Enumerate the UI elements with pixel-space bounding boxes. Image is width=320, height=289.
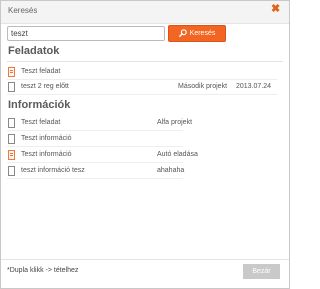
dialog-titlebar: Keresés ✖ [1, 1, 289, 24]
document-icon [8, 134, 15, 144]
info-row[interactable]: Teszt feladat Alfa projekt [7, 116, 192, 131]
magnifier-icon [178, 29, 187, 37]
close-x-icon[interactable]: ✖ [271, 4, 280, 15]
info-name: teszt információ tesz [21, 167, 85, 174]
document-icon [8, 82, 15, 92]
task-name: Teszt feladat [21, 68, 61, 75]
info-name: Teszt információ [21, 135, 72, 142]
task-project: Második projekt [178, 83, 228, 90]
info-name: Teszt információ [21, 151, 72, 158]
info-name: Teszt feladat [21, 119, 61, 126]
search-button-label: Keresés [189, 30, 216, 37]
info-project: ahahaha [157, 167, 185, 174]
dialog-title: Keresés [8, 6, 38, 15]
info-row[interactable]: Teszt információ Autó eladása [7, 148, 198, 163]
footer-divider [1, 259, 289, 260]
info-row[interactable]: teszt információ tesz ahahaha [7, 164, 185, 179]
search-button[interactable]: Keresés [168, 25, 226, 42]
orange-document-icon [8, 150, 15, 160]
tasks-section-title: Feladatok [8, 45, 60, 57]
search-dialog: Keresés ✖ Keresés Feladatok Teszt felada… [0, 0, 290, 289]
document-icon [8, 118, 15, 128]
task-date: 2013.07.24 [236, 83, 272, 90]
info-row[interactable]: Teszt információ [7, 132, 183, 147]
info-project: Autó eladása [157, 151, 198, 158]
task-row[interactable]: Teszt feladat [7, 65, 277, 80]
tasks-divider [7, 61, 283, 62]
footer-hint: *Dupla klikk -> tételhez [7, 267, 79, 274]
orange-document-icon [8, 67, 15, 77]
close-button[interactable]: Bezár [243, 264, 280, 279]
task-row[interactable]: teszt 2 reg előtt Második projekt 2013.0… [7, 80, 277, 95]
info-section-title: Információk [8, 99, 71, 111]
task-name: teszt 2 reg előtt [21, 83, 69, 90]
search-input[interactable] [7, 26, 165, 41]
info-project: Alfa projekt [157, 119, 193, 126]
document-icon [8, 166, 15, 176]
